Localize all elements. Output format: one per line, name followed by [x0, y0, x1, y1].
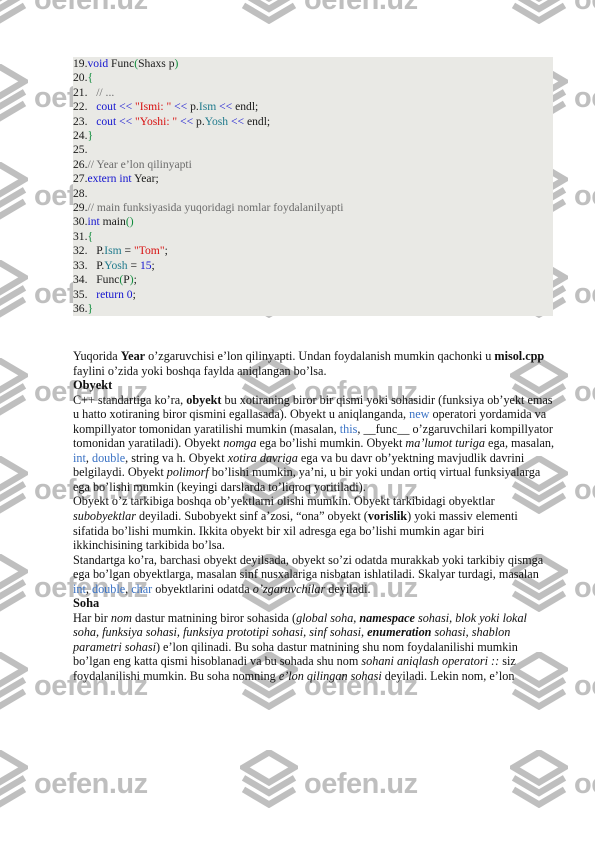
- code-token: return: [96, 287, 124, 301]
- code-line: 33. P.Yosh = 15;: [73, 259, 553, 273]
- code-line-number: 31.: [73, 229, 88, 243]
- code-token: {: [87, 71, 94, 85]
- code-token: }: [87, 301, 94, 315]
- code-line-number: 32.: [73, 244, 88, 258]
- code-line-number: 27.: [73, 172, 88, 186]
- code-line-number: 25.: [73, 143, 88, 157]
- code-token: P.: [87, 244, 105, 258]
- paragraph-obyekt-3: Standartga ko’ra, barchasi obyekt deyils…: [73, 552, 544, 596]
- code-token: ;: [132, 287, 136, 301]
- code-line-number: 34.: [73, 273, 88, 287]
- code-token: {: [87, 229, 94, 243]
- code-token: <<: [216, 100, 236, 114]
- code-token: "Tom": [134, 244, 165, 258]
- code-line-number: 20.: [73, 71, 88, 85]
- code-token: <<: [116, 114, 136, 128]
- code-line: 31.{: [73, 230, 553, 244]
- code-line: 27.extern int Year;: [73, 172, 553, 186]
- heading-obyekt: Obyekt: [73, 378, 113, 393]
- code-line: 36.}: [73, 302, 553, 316]
- code-line-number: 26.: [73, 157, 88, 171]
- paragraph-obyekt-2: Obyekt o’z tarkibiga boshqa ob’yektlarni…: [73, 494, 518, 553]
- code-line: 26.// Year e’lon qilinyapti: [73, 158, 553, 172]
- code-token: <<: [228, 114, 247, 128]
- code-token: Yosh: [104, 258, 128, 272]
- code-line-number: 19.: [73, 57, 88, 70]
- code-line: 35. return 0;: [73, 288, 553, 302]
- code-token: (): [125, 215, 134, 229]
- code-line: 21. // ...: [73, 86, 553, 100]
- code-line-number: 36.: [73, 301, 88, 315]
- code-token: Func: [87, 273, 120, 287]
- code-line: 34. Func(P);: [73, 273, 553, 287]
- code-token: p.: [190, 100, 199, 114]
- code-token: main: [99, 215, 126, 229]
- code-token: ;: [164, 244, 168, 258]
- code-token: "Yoshi: ": [135, 114, 178, 128]
- code-listing: 19.void Func(Shaxs p) 20.{21. // ... 22. c…: [73, 57, 553, 317]
- code-line-number: 23.: [73, 114, 88, 128]
- code-line: 28.: [73, 187, 553, 201]
- code-token: cout: [96, 100, 117, 114]
- heading-soha: Soha: [73, 596, 100, 611]
- code-line-number: 22.: [73, 100, 88, 114]
- code-token: =: [127, 258, 140, 272]
- code-token: // main funksiyasida yuqoridagi nomlar f…: [87, 201, 344, 215]
- code-token: "Ismi: ": [135, 100, 172, 114]
- code-token: int: [87, 215, 100, 229]
- code-token: 15: [139, 258, 152, 272]
- code-token: p.: [196, 114, 205, 128]
- code-line: 19.void Func(Shaxs p): [73, 57, 553, 71]
- code-line-number: 35.: [73, 287, 88, 301]
- code-token: endl;: [235, 100, 259, 114]
- code-token: =: [121, 244, 134, 258]
- code-token: }: [87, 129, 94, 143]
- code-line: 32. P.Ism = "Tom";: [73, 244, 553, 258]
- code-token: Year;: [131, 172, 159, 186]
- code-line-number: 30.: [73, 215, 88, 229]
- paragraph-year: Yuqorida Year o’zgaruvchisi e’lon qiliny…: [73, 349, 545, 378]
- code-line-number: 24.: [73, 129, 88, 143]
- document-page: 19.void Func(Shaxs p) 20.{21. // ... 22. c…: [0, 0, 595, 842]
- code-token: // Year e’lon qilinyapti: [87, 157, 192, 171]
- code-line: 24.}: [73, 129, 553, 143]
- document-body: Yuqorida Year o’zgaruvchisi e’lon qiliny…: [73, 349, 556, 684]
- code-line-number: 21.: [73, 85, 88, 99]
- code-token: Ism: [198, 100, 217, 114]
- code-token: ): [174, 57, 179, 70]
- code-token: cout: [96, 114, 117, 128]
- code-token: ;: [151, 258, 155, 272]
- code-line-number: 28.: [73, 186, 88, 200]
- code-token: <<: [116, 100, 136, 114]
- code-token: void: [87, 57, 109, 70]
- code-token: Ism: [104, 244, 122, 258]
- code-token: Func: [108, 57, 135, 70]
- code-token: Shaxs p: [138, 57, 175, 70]
- code-token: <<: [171, 100, 191, 114]
- code-token: endl;: [246, 114, 271, 128]
- code-line: 23. cout << "Yoshi: " << p.Yosh << endl;: [73, 115, 553, 129]
- code-line: 22. cout << "Ismi: " << p.Ism << endl;: [73, 100, 553, 114]
- code-token: P.: [87, 258, 105, 272]
- code-line: 20.{: [73, 71, 553, 85]
- paragraph-obyekt-1: C++ standartiga ko’ra, obyekt bu xotiran…: [73, 392, 555, 494]
- code-line: 30.int main(): [73, 215, 553, 229]
- code-line: 25.: [73, 143, 553, 157]
- code-token: extern int: [87, 172, 132, 186]
- code-line-number: 29.: [73, 201, 88, 215]
- code-token: <<: [177, 114, 197, 128]
- paragraph-soha: Har bir nom dastur matnining biror sohas…: [73, 610, 527, 684]
- code-line: 29.// main funksiyasida yuqoridagi nomla…: [73, 201, 553, 215]
- code-line-number: 33.: [73, 258, 88, 272]
- code-token: Yosh: [204, 114, 229, 128]
- code-token: ;: [133, 273, 137, 287]
- code-token: // ...: [96, 85, 115, 99]
